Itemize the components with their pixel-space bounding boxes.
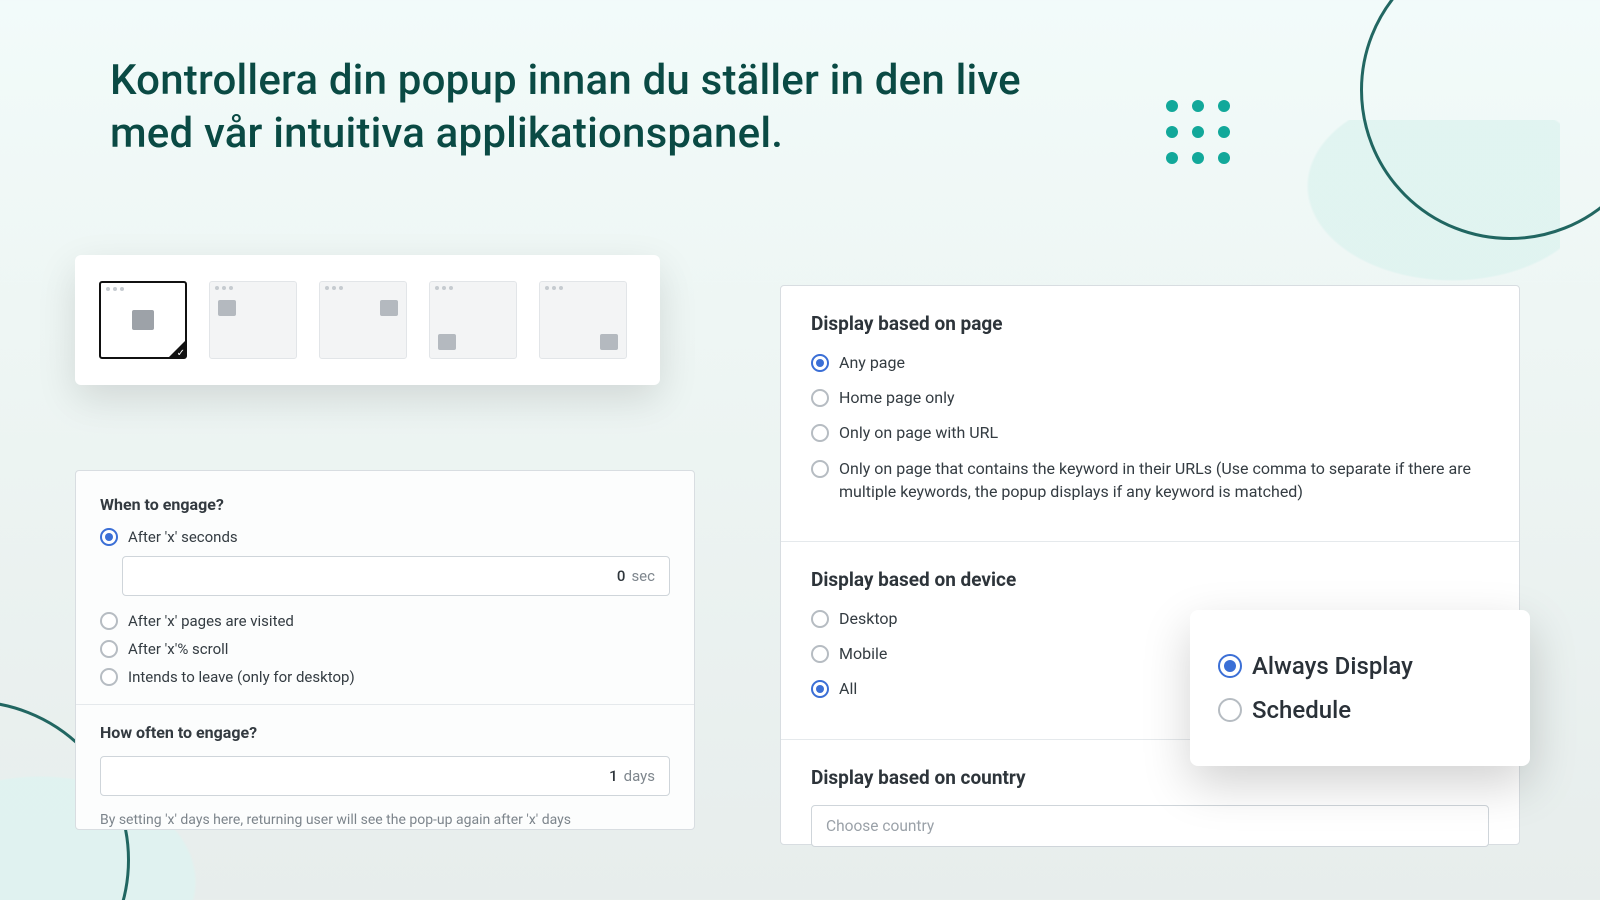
- radio-page-any[interactable]: Any page: [811, 351, 1489, 374]
- radio-always-display[interactable]: Always Display: [1218, 652, 1502, 680]
- radio-icon: [811, 680, 829, 698]
- radio-label: Any page: [839, 351, 905, 374]
- country-select[interactable]: Choose country: [811, 805, 1489, 847]
- radio-label: Desktop: [839, 607, 898, 630]
- radio-label: Mobile: [839, 642, 887, 665]
- layout-option-bottom-left[interactable]: [429, 281, 517, 359]
- display-device-title: Display based on device: [811, 568, 1489, 591]
- radio-label: Intends to leave (only for desktop): [128, 668, 355, 686]
- page-headline: Kontrollera din popup innan du ställer i…: [110, 55, 1080, 160]
- radio-icon: [100, 668, 118, 686]
- radio-after-seconds[interactable]: After 'x' seconds: [100, 528, 670, 546]
- radio-after-scroll[interactable]: After 'x'% scroll: [100, 640, 670, 658]
- decorative-dot-grid: [1166, 100, 1230, 164]
- radio-icon: [811, 389, 829, 407]
- radio-label: Home page only: [839, 386, 955, 409]
- radio-label: After 'x' seconds: [128, 528, 238, 546]
- radio-icon: [100, 612, 118, 630]
- layout-option-bottom-right[interactable]: [539, 281, 627, 359]
- days-helper-text: By setting 'x' days here, returning user…: [100, 812, 670, 828]
- radio-icon: [1218, 698, 1242, 722]
- days-unit: days: [624, 767, 655, 785]
- engage-settings-panel: When to engage? After 'x' seconds 0 sec …: [75, 470, 695, 830]
- radio-page-keyword[interactable]: Only on page that contains the keyword i…: [811, 457, 1489, 503]
- radio-icon: [1218, 654, 1242, 678]
- layout-selector-card: [75, 255, 660, 385]
- radio-label: Only on page with URL: [839, 421, 998, 444]
- schedule-popover: Always Display Schedule: [1190, 610, 1530, 766]
- radio-icon: [811, 460, 829, 478]
- radio-page-home[interactable]: Home page only: [811, 386, 1489, 409]
- days-value: 1: [609, 767, 618, 785]
- radio-label: Only on page that contains the keyword i…: [839, 457, 1489, 503]
- radio-schedule[interactable]: Schedule: [1218, 696, 1502, 724]
- when-to-engage-title: When to engage?: [100, 495, 670, 514]
- layout-option-center[interactable]: [99, 281, 187, 359]
- radio-icon: [811, 645, 829, 663]
- radio-label: After 'x'% scroll: [128, 640, 228, 658]
- radio-icon: [811, 610, 829, 628]
- radio-after-pages[interactable]: After 'x' pages are visited: [100, 612, 670, 630]
- radio-icon: [811, 424, 829, 442]
- radio-icon: [811, 354, 829, 372]
- seconds-unit: sec: [631, 567, 655, 585]
- radio-icon: [100, 640, 118, 658]
- radio-page-url[interactable]: Only on page with URL: [811, 421, 1489, 444]
- radio-label: All: [839, 677, 857, 700]
- radio-label: Schedule: [1252, 696, 1351, 724]
- radio-label: After 'x' pages are visited: [128, 612, 294, 630]
- radio-icon: [100, 528, 118, 546]
- section-divider: [76, 704, 694, 705]
- radio-intends-leave[interactable]: Intends to leave (only for desktop): [100, 668, 670, 686]
- display-country-title: Display based on country: [811, 766, 1489, 789]
- layout-option-top-right[interactable]: [319, 281, 407, 359]
- radio-label: Always Display: [1252, 652, 1413, 680]
- seconds-input[interactable]: 0 sec: [122, 556, 670, 596]
- days-input[interactable]: 1 days: [100, 756, 670, 796]
- country-placeholder: Choose country: [826, 817, 934, 835]
- layout-option-top-left[interactable]: [209, 281, 297, 359]
- display-page-title: Display based on page: [811, 312, 1489, 335]
- seconds-value: 0: [617, 567, 626, 585]
- how-often-title: How often to engage?: [100, 723, 670, 742]
